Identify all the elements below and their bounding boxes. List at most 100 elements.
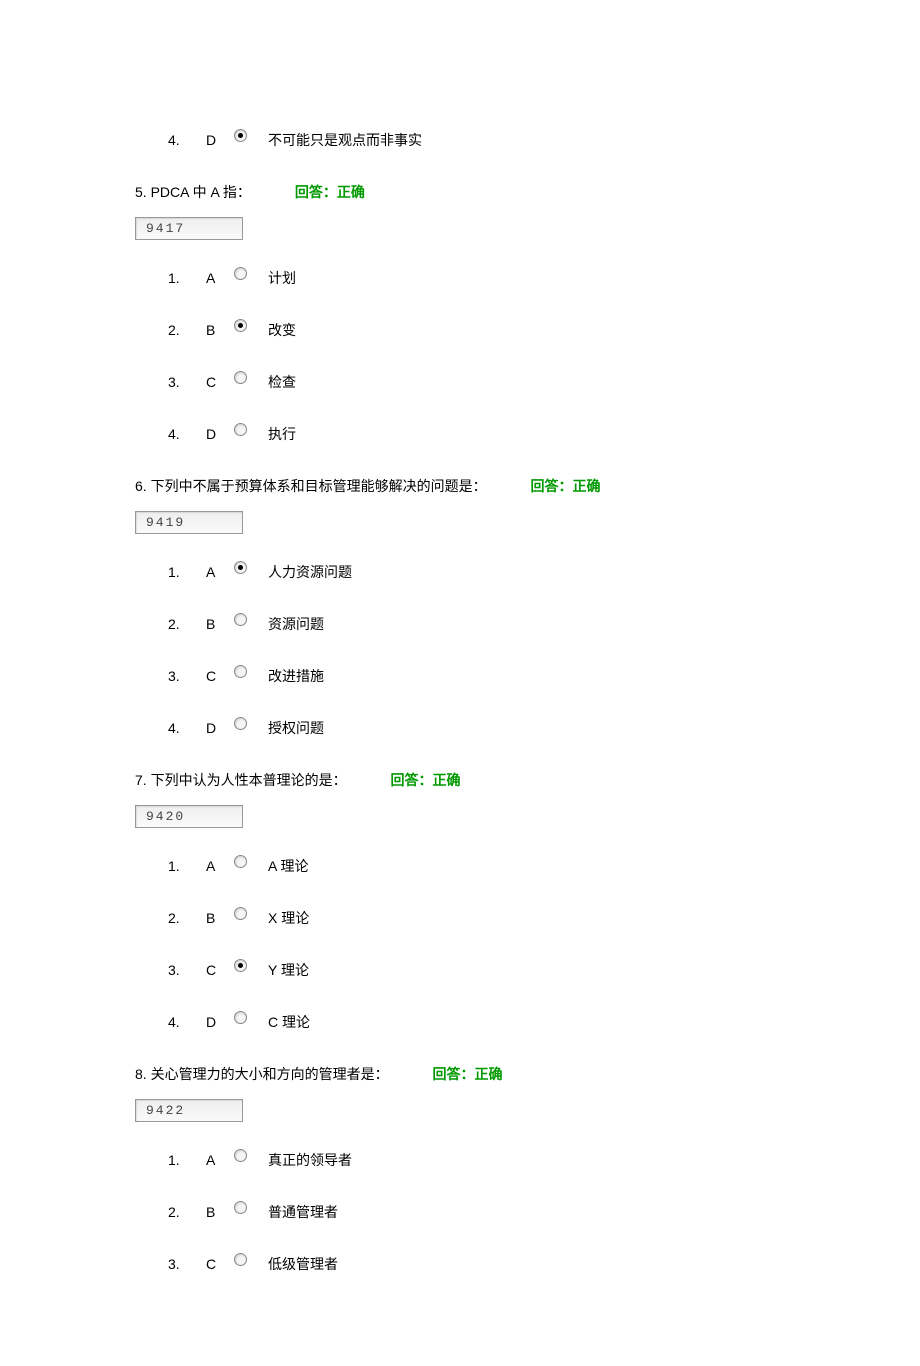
option-text: C 理论 bbox=[268, 1012, 310, 1032]
option-text: A 理论 bbox=[268, 856, 308, 876]
radio-selected-icon bbox=[234, 129, 247, 142]
radio-unselected-icon bbox=[234, 1149, 247, 1162]
option-number: 3. bbox=[168, 962, 196, 978]
radio-unselected-icon bbox=[234, 371, 247, 384]
option-number: 4. bbox=[168, 426, 196, 442]
option-letter: B bbox=[206, 616, 224, 632]
radio-button[interactable] bbox=[234, 423, 248, 437]
question-text: 8. 关心管理力的大小和方向的管理者是： bbox=[135, 1066, 389, 1082]
option-text: Y 理论 bbox=[268, 960, 309, 980]
question-header: 7. 下列中认为人性本普理论的是： 回答：正确 bbox=[135, 770, 785, 790]
radio-button[interactable] bbox=[234, 129, 248, 143]
options-list: 1.A人力资源问题2.B资源问题3.C改进措施4.D授权问题 bbox=[135, 562, 785, 738]
option-number: 4. bbox=[168, 720, 196, 736]
radio-unselected-icon bbox=[234, 1011, 247, 1024]
option-text: 计划 bbox=[268, 268, 296, 288]
radio-button[interactable] bbox=[234, 613, 248, 627]
option-number: 2. bbox=[168, 1204, 196, 1220]
radio-button[interactable] bbox=[234, 959, 248, 973]
code-box: 9420 bbox=[135, 805, 243, 828]
option-row: 2.BX 理论 bbox=[135, 908, 785, 928]
option-row: 4.D授权问题 bbox=[135, 718, 785, 738]
option-text: 改进措施 bbox=[268, 666, 324, 686]
option-number: 3. bbox=[168, 374, 196, 390]
radio-button[interactable] bbox=[234, 267, 248, 281]
option-number: 2. bbox=[168, 322, 196, 338]
radio-unselected-icon bbox=[234, 267, 247, 280]
option-number: 3. bbox=[168, 1256, 196, 1272]
radio-unselected-icon bbox=[234, 613, 247, 626]
feedback-text: 回答：正确 bbox=[530, 478, 600, 494]
radio-selected-icon bbox=[234, 959, 247, 972]
option-letter: C bbox=[206, 374, 224, 390]
option-letter: A bbox=[206, 1152, 224, 1168]
option-letter: C bbox=[206, 1256, 224, 1272]
question-6: 6. 下列中不属于预算体系和目标管理能够解决的问题是： 回答：正确 9419 1… bbox=[135, 476, 785, 738]
radio-button[interactable] bbox=[234, 665, 248, 679]
option-text: 真正的领导者 bbox=[268, 1150, 352, 1170]
option-row: 2. B 普通管理者 bbox=[135, 1202, 785, 1222]
option-row: 3. C 改进措施 bbox=[135, 666, 785, 686]
radio-button[interactable] bbox=[234, 1149, 248, 1163]
radio-button[interactable] bbox=[234, 1011, 248, 1025]
radio-button[interactable] bbox=[234, 561, 248, 575]
feedback-text: 回答：正确 bbox=[432, 1066, 502, 1082]
options-list: 1.A真正的领导者2.B普通管理者3.C低级管理者 bbox=[135, 1150, 785, 1274]
option-row: 1.A真正的领导者 bbox=[135, 1150, 785, 1170]
option-letter: B bbox=[206, 1204, 224, 1220]
option-row: 3.C检查 bbox=[135, 372, 785, 392]
option-letter: A bbox=[206, 270, 224, 286]
option-letter: C bbox=[206, 962, 224, 978]
radio-unselected-icon bbox=[234, 907, 247, 920]
option-letter: D bbox=[206, 426, 224, 442]
radio-button[interactable] bbox=[234, 1253, 248, 1267]
option-letter: D bbox=[206, 132, 224, 148]
option-text: 资源问题 bbox=[268, 614, 324, 634]
option-row: 1.A人力资源问题 bbox=[135, 562, 785, 582]
radio-button[interactable] bbox=[234, 855, 248, 869]
question-7: 7. 下列中认为人性本普理论的是： 回答：正确 9420 1.AA 理论2.BX… bbox=[135, 770, 785, 1032]
radio-button[interactable] bbox=[234, 371, 248, 385]
option-letter: D bbox=[206, 720, 224, 736]
option-number: 1. bbox=[168, 858, 196, 874]
radio-button[interactable] bbox=[234, 717, 248, 731]
option-letter: C bbox=[206, 668, 224, 684]
option-row: 2.B改变 bbox=[135, 320, 785, 340]
radio-button[interactable] bbox=[234, 907, 248, 921]
option-text: 普通管理者 bbox=[268, 1202, 338, 1222]
option-letter: B bbox=[206, 322, 224, 338]
option-number: 2. bbox=[168, 910, 196, 926]
option-text: 执行 bbox=[268, 424, 296, 444]
radio-button[interactable] bbox=[234, 319, 248, 333]
option-row: 4. D C 理论 bbox=[135, 1012, 785, 1032]
option-row: 1. A A 理论 bbox=[135, 856, 785, 876]
question-header: 8. 关心管理力的大小和方向的管理者是： 回答：正确 bbox=[135, 1064, 785, 1084]
option-letter: D bbox=[206, 1014, 224, 1030]
option-text: 低级管理者 bbox=[268, 1254, 338, 1274]
question-5: 5. PDCA 中 A 指： 回答：正确 9417 1.A计划2.B改变3.C检… bbox=[135, 182, 785, 444]
option-letter: B bbox=[206, 910, 224, 926]
option-row: 4. D 执行 bbox=[135, 424, 785, 444]
feedback-text: 回答：正确 bbox=[390, 772, 460, 788]
question-text: 6. 下列中不属于预算体系和目标管理能够解决的问题是： bbox=[135, 478, 487, 494]
radio-unselected-icon bbox=[234, 1253, 247, 1266]
radio-unselected-icon bbox=[234, 423, 247, 436]
option-row: 2.B资源问题 bbox=[135, 614, 785, 634]
radio-selected-icon bbox=[234, 561, 247, 574]
option-letter: A bbox=[206, 564, 224, 580]
radio-unselected-icon bbox=[234, 855, 247, 868]
option-text: 人力资源问题 bbox=[268, 562, 352, 582]
question-8: 8. 关心管理力的大小和方向的管理者是： 回答：正确 9422 1.A真正的领导… bbox=[135, 1064, 785, 1274]
option-letter: A bbox=[206, 858, 224, 874]
radio-button[interactable] bbox=[234, 1201, 248, 1215]
options-list: 1.AA 理论2.BX 理论3.CY 理论4.DC 理论 bbox=[135, 856, 785, 1032]
option-row: 3. C 低级管理者 bbox=[135, 1254, 785, 1274]
option-number: 3. bbox=[168, 668, 196, 684]
option-number: 4. bbox=[168, 1014, 196, 1030]
code-box: 9422 bbox=[135, 1099, 243, 1122]
option-number: 1. bbox=[168, 270, 196, 286]
question-text: 7. 下列中认为人性本普理论的是： bbox=[135, 772, 347, 788]
radio-unselected-icon bbox=[234, 665, 247, 678]
question-text: 5. PDCA 中 A 指： bbox=[135, 184, 251, 200]
q4-option-d: 4. D 不可能只是观点而非事实 bbox=[135, 130, 785, 150]
